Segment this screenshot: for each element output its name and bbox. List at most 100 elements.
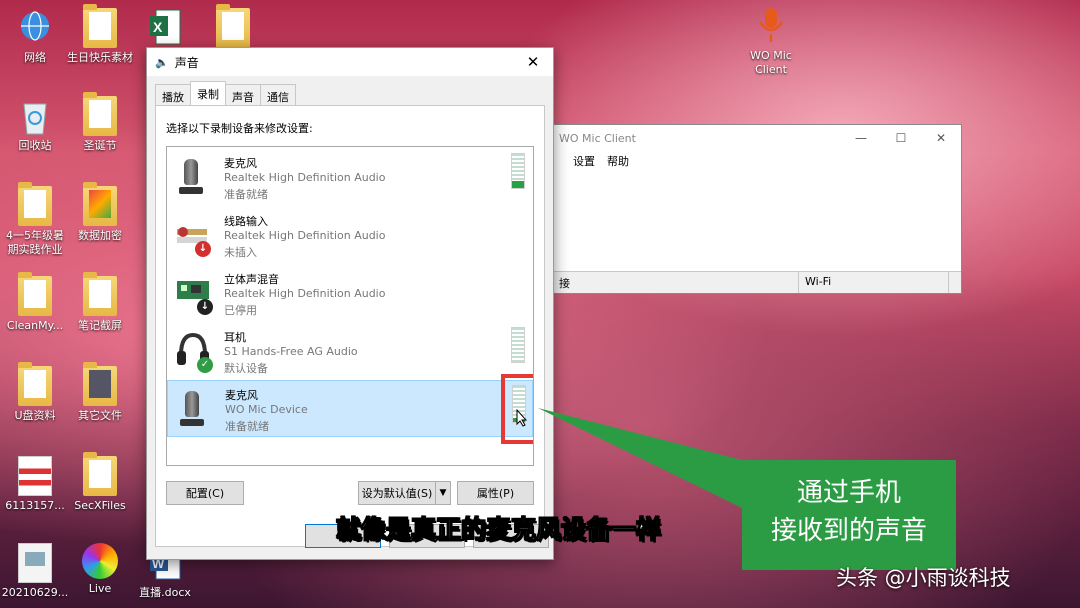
desktop-icon-photo[interactable]: 20210629... (0, 543, 70, 600)
device-row[interactable]: ↓ 线路输入 Realtek High Definition Audio 未插入 (167, 207, 533, 264)
desktop-icon-notes[interactable]: 笔记截屏 (65, 272, 135, 333)
desktop-icon-usb-data[interactable]: U盘资料 (0, 362, 70, 423)
device-name: 耳机 (224, 331, 246, 344)
recycle-bin-icon (18, 96, 52, 136)
device-driver: Realtek High Definition Audio (224, 287, 386, 300)
callout-pointer (538, 408, 742, 508)
menu-item-settings[interactable]: 设置 (573, 153, 595, 169)
microphone-icon (176, 389, 212, 429)
recording-panel: 选择以下录制设备来修改设置: 麦克风 Realtek High Definiti… (155, 105, 545, 547)
wo-mic-title: WO Mic Client (559, 131, 636, 145)
device-driver: WO Mic Device (225, 403, 308, 416)
device-name: 立体声混音 (224, 273, 279, 286)
device-row-selected[interactable]: 麦克风 WO Mic Device 准备就绪 (167, 374, 533, 444)
desktop-icon-birthday-folder[interactable]: 生日快乐素材 (65, 4, 135, 65)
sound-dialog-title-bar[interactable]: 🔈 声音 ✕ (147, 48, 553, 76)
properties-button[interactable]: 属性(P) (457, 481, 534, 505)
wo-mic-menu-bar: 设置 帮助 (553, 151, 961, 171)
down-arrow-badge: ↓ (197, 299, 213, 315)
device-row[interactable]: ✓ 耳机 S1 Hands-Free AG Audio 默认设备 (167, 323, 533, 380)
desktop-icon-other-files[interactable]: 其它文件 (65, 362, 135, 423)
device-driver: Realtek High Definition Audio (224, 229, 386, 242)
menu-item-help[interactable]: 帮助 (607, 153, 629, 169)
level-meter (511, 327, 525, 363)
desktop-icon-summer-homework[interactable]: 4一5年级暑期实践作业 (0, 182, 70, 257)
device-status: 准备就绪 (225, 420, 269, 433)
image-file-icon (18, 456, 52, 496)
minimize-icon[interactable]: — (841, 131, 881, 145)
device-name: 麦克风 (224, 157, 257, 170)
desktop-icon-live[interactable]: Live (65, 543, 135, 596)
desktop-icon-wo-mic-client[interactable]: WO Mic Client (736, 6, 806, 77)
wo-mic-client-window[interactable]: WO Mic Client — ☐ ✕ 设置 帮助 接 Wi-Fi (552, 124, 962, 294)
dialog-title: 声音 (174, 55, 199, 70)
device-row[interactable]: ↓ 立体声混音 Realtek High Definition Audio 已停… (167, 265, 533, 322)
line-in-jack-icon: ↓ (175, 215, 211, 257)
folder-icon (83, 4, 117, 48)
folder-icon (18, 362, 52, 406)
microphone-icon (754, 6, 788, 46)
folder-icon (83, 452, 117, 496)
close-icon[interactable]: ✕ (921, 131, 961, 145)
device-status: 默认设备 (224, 362, 268, 375)
device-driver: Realtek High Definition Audio (224, 171, 386, 184)
callout-line-2: 接收到的声音 (770, 516, 927, 546)
connection-status: 接 (553, 272, 799, 293)
desktop-icon-network[interactable]: 网络 (0, 8, 70, 65)
instruction-text: 选择以下录制设备来修改设置: (166, 122, 313, 135)
transport-status: Wi-Fi (799, 272, 949, 293)
callout-line-1: 通过手机 (796, 478, 901, 508)
configure-button[interactable]: 配置(C) (166, 481, 244, 505)
desktop-icon-christmas[interactable]: 圣诞节 (65, 92, 135, 153)
chevron-down-icon: ▼ (439, 488, 447, 498)
microphone-icon (175, 157, 211, 197)
folder-icon (83, 362, 117, 406)
device-name: 线路输入 (224, 215, 268, 228)
tab-recording[interactable]: 录制 (190, 81, 226, 105)
device-status: 已停用 (224, 304, 257, 317)
watermark: 头条 @小雨谈科技 (836, 566, 1011, 590)
folder-icon (216, 4, 250, 48)
desktop-icon-screenshot[interactable]: 6113157... (0, 456, 70, 513)
image-file-icon (18, 543, 52, 583)
color-wheel-icon (82, 543, 118, 579)
speaker-icon: 🔈 (155, 55, 169, 69)
set-default-dropdown[interactable]: ▼ (435, 481, 451, 505)
mouse-cursor-icon (516, 409, 528, 427)
tab-sounds[interactable]: 声音 (225, 84, 261, 105)
close-icon[interactable]: ✕ (521, 53, 545, 71)
svg-text:X: X (153, 19, 163, 35)
wo-mic-title-bar[interactable]: WO Mic Client — ☐ ✕ (553, 125, 961, 151)
callout-box: 通过手机 接收到的声音 (742, 460, 956, 570)
folder-icon (83, 92, 117, 136)
desktop-icon-data-encrypt[interactable]: 数据加密 (65, 182, 135, 243)
network-icon (18, 8, 52, 48)
headset-icon: ✓ (175, 331, 213, 373)
device-status: 未插入 (224, 246, 257, 259)
device-name: 麦克风 (225, 389, 258, 402)
set-default-button[interactable]: 设为默认值(S) (358, 481, 436, 505)
tab-communications[interactable]: 通信 (260, 84, 296, 105)
recording-device-list[interactable]: 麦克风 Realtek High Definition Audio 准备就绪 ↓… (166, 146, 534, 466)
excel-icon: X (148, 8, 182, 48)
folder-icon (18, 272, 52, 316)
desktop-icon-secxfiles[interactable]: SecXFiles (65, 452, 135, 513)
device-row[interactable]: 麦克风 Realtek High Definition Audio 准备就绪 (167, 149, 533, 206)
down-arrow-badge: ↓ (195, 241, 211, 257)
desktop-icon-folder[interactable] (198, 4, 268, 51)
wo-mic-status-bar: 接 Wi-Fi (553, 271, 961, 293)
device-status: 准备就绪 (224, 188, 268, 201)
tab-strip: 播放 录制 声音 通信 (155, 81, 296, 105)
level-meter (511, 153, 525, 189)
sound-dialog[interactable]: 🔈 声音 ✕ 播放 录制 声音 通信 选择以下录制设备来修改设置: 麦克风 Re… (146, 47, 554, 560)
folder-icon (83, 182, 117, 226)
sound-card-icon: ↓ (175, 273, 213, 315)
tab-playback[interactable]: 播放 (155, 84, 191, 105)
desktop-icon-cleanmy[interactable]: CleanMy... (0, 272, 70, 333)
folder-icon (18, 182, 52, 226)
desktop-icon-recycle-bin[interactable]: 回收站 (0, 96, 70, 153)
device-driver: S1 Hands-Free AG Audio (224, 345, 358, 358)
desktop-icon-excel[interactable]: X (130, 8, 200, 51)
maximize-icon[interactable]: ☐ (881, 131, 921, 145)
video-subtitle: 就像是真正的麦克风设备一样 (335, 515, 662, 545)
